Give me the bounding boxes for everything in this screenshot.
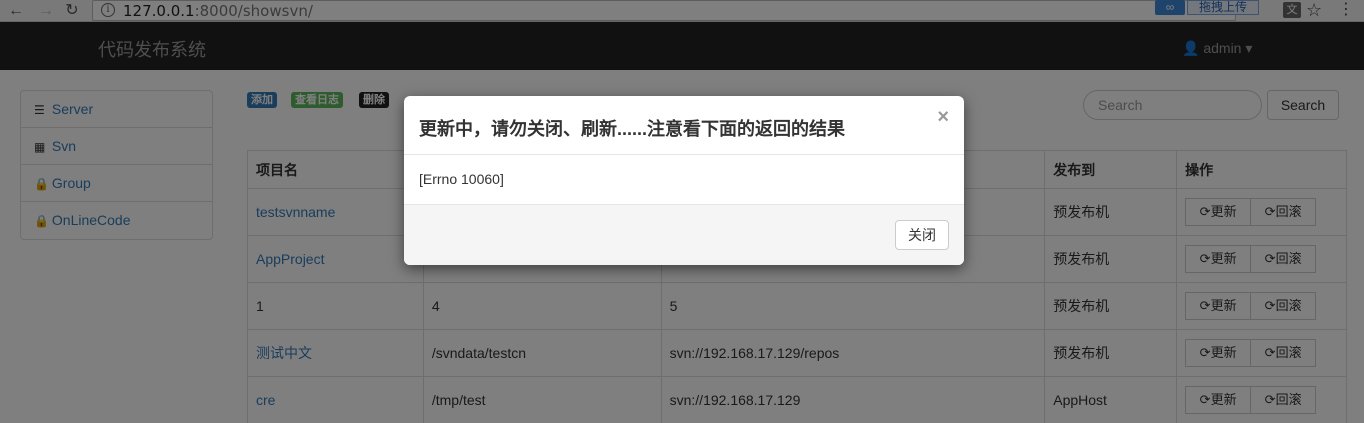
modal-header: 更新中，请勿关闭、刷新......注意看下面的返回的结果 × — [404, 96, 964, 155]
modal-body: [Errno 10060] — [404, 155, 964, 205]
close-button[interactable]: 关闭 — [895, 220, 949, 250]
modal-title: 更新中，请勿关闭、刷新......注意看下面的返回的结果 — [419, 119, 846, 139]
modal-footer: 关闭 — [404, 205, 964, 265]
update-modal: 更新中，请勿关闭、刷新......注意看下面的返回的结果 × [Errno 10… — [404, 96, 964, 265]
close-icon[interactable]: × — [937, 106, 949, 129]
